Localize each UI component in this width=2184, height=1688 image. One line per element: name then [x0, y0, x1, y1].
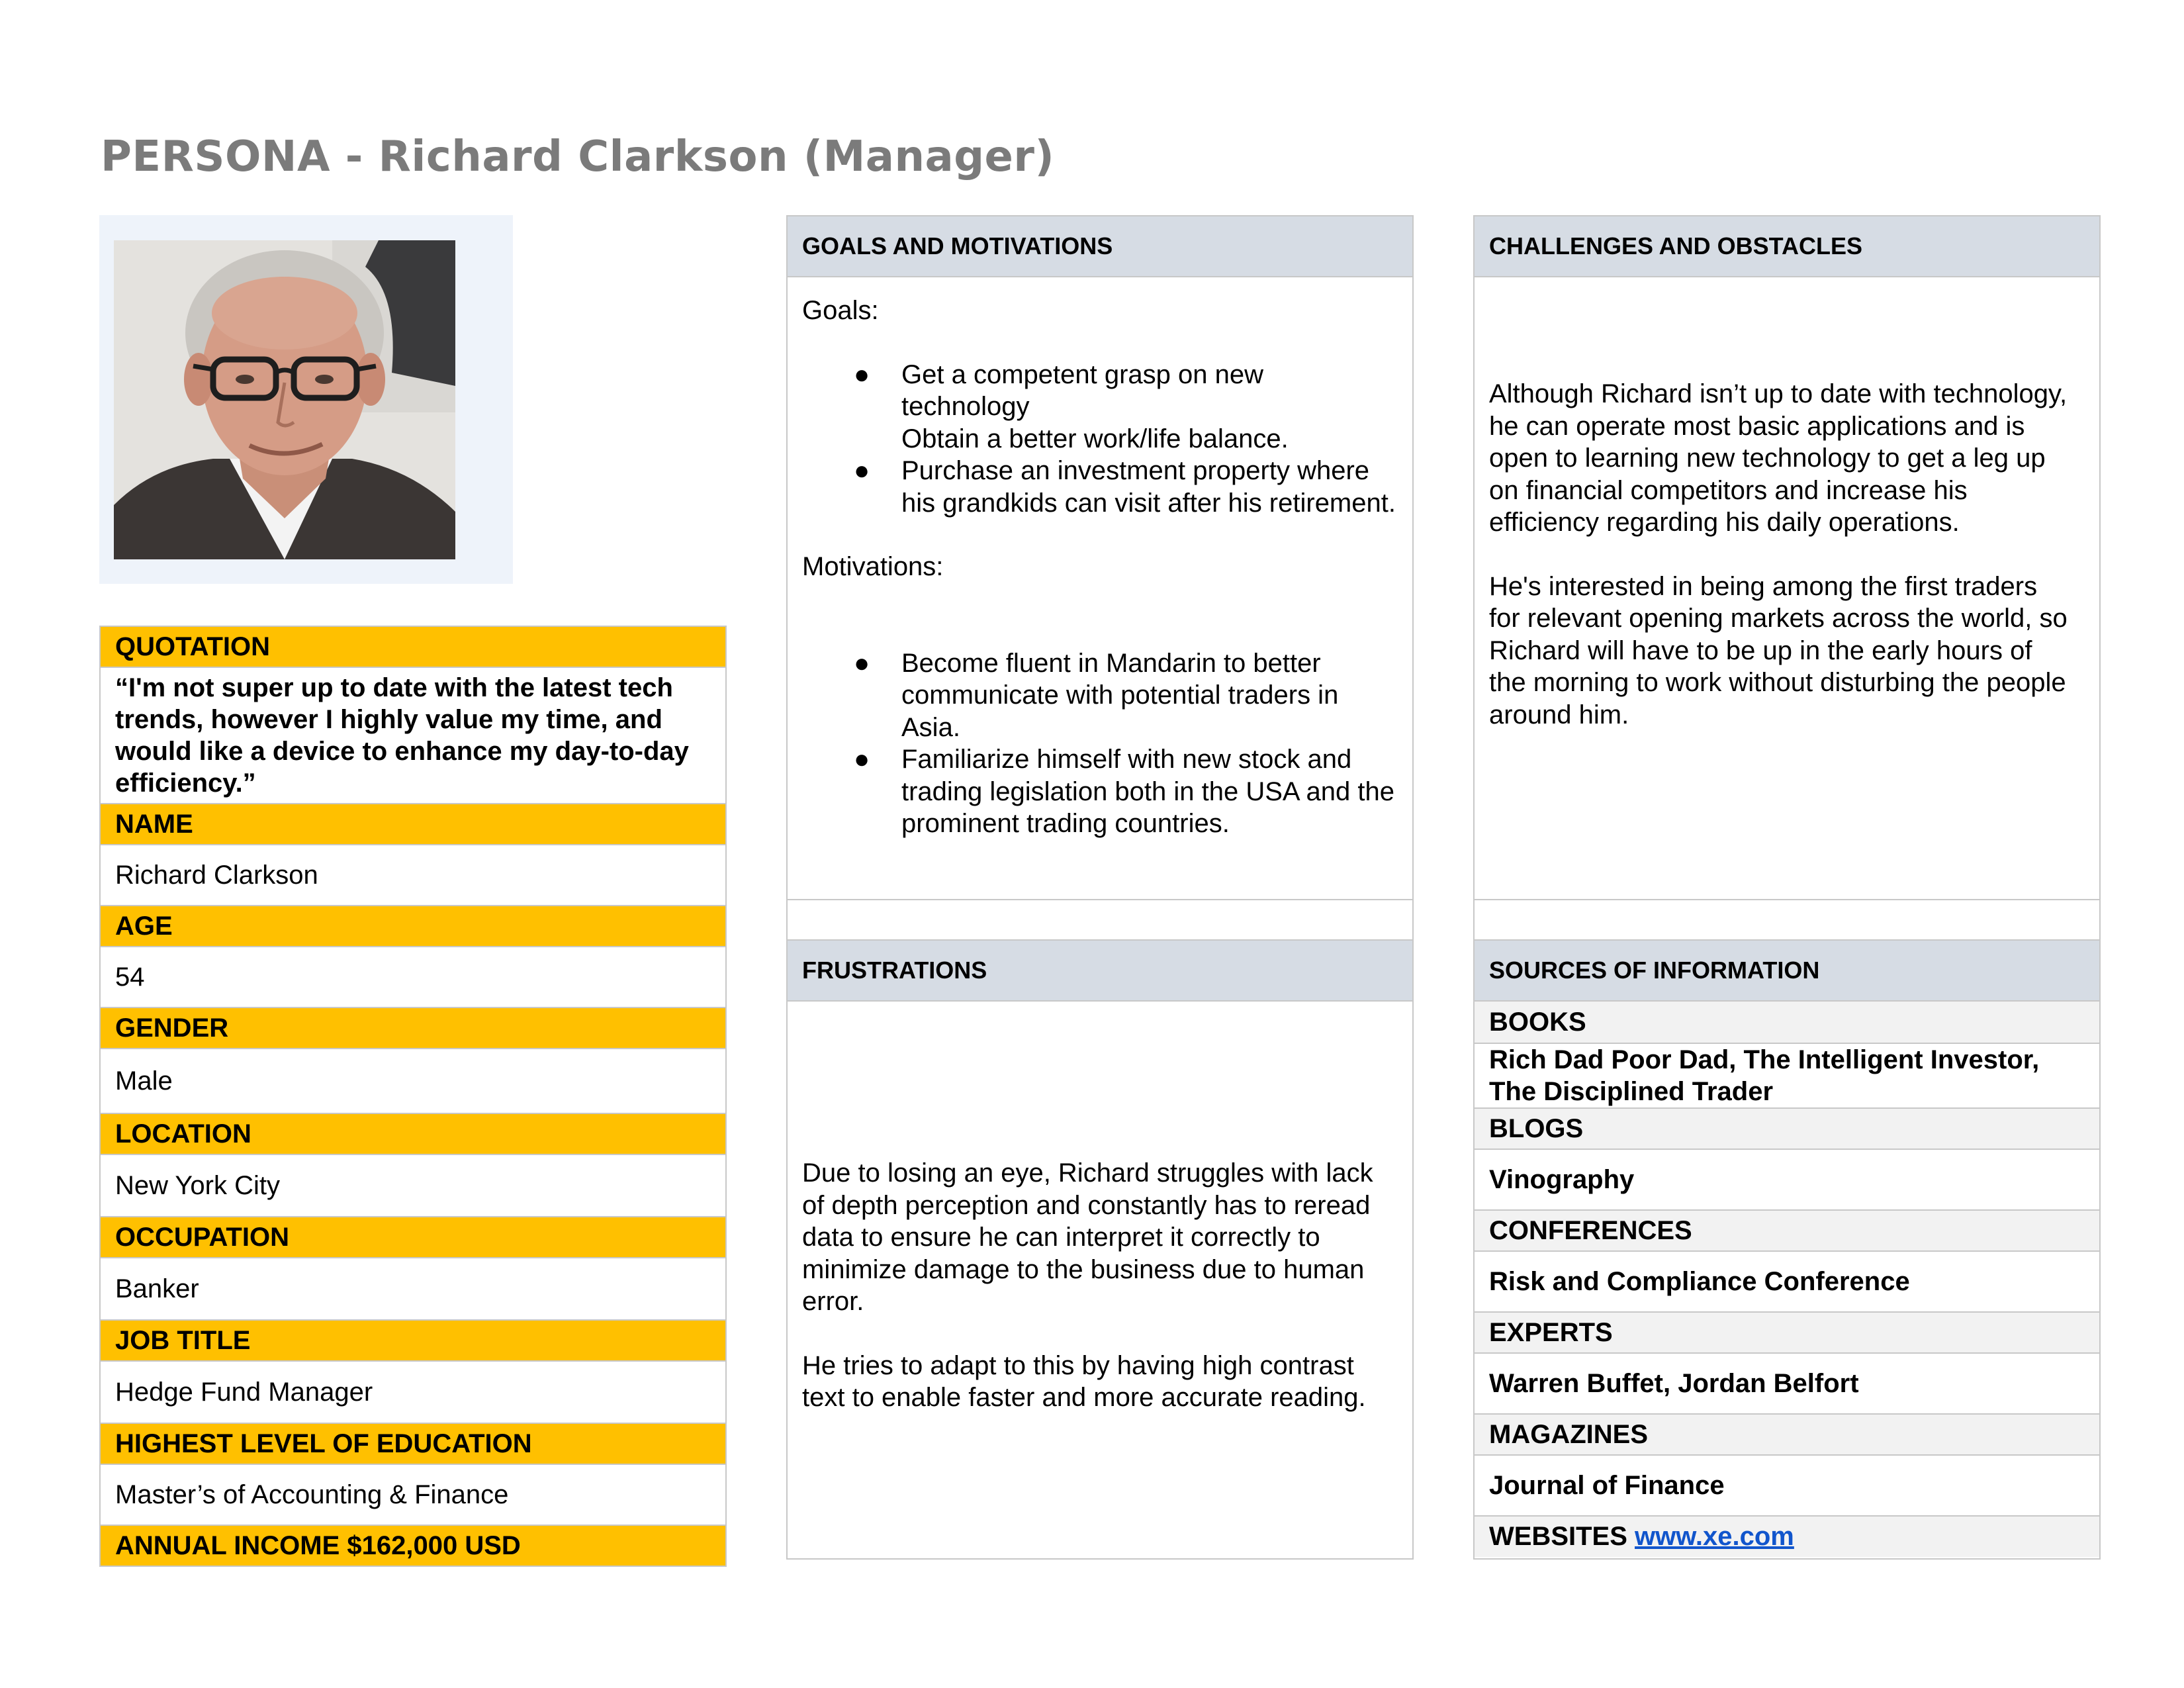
spacer-row: [1473, 899, 2101, 941]
goal-item: ● Get a competent grasp on new technolog…: [854, 359, 1289, 453]
goal-item: ● Purchase an investment property where …: [854, 456, 1396, 518]
frustrations-panel: FRUSTRATIONS Due to losing an eye, Richa…: [786, 939, 1414, 1560]
income-label: ANNUAL INCOME $162,000 USD: [101, 1526, 725, 1566]
gender-value: Male: [101, 1049, 725, 1114]
blogs-value: Vinography: [1475, 1150, 2099, 1211]
job-title-label: JOB TITLE: [101, 1321, 725, 1362]
goals-panel: GOALS AND MOTIVATIONS Goals: ● Get a com…: [786, 215, 1414, 900]
conferences-label: CONFERENCES: [1475, 1211, 2099, 1252]
motivations-label: Motivations:: [802, 552, 944, 581]
bullet-icon: ●: [854, 745, 870, 774]
books-label: BOOKS: [1475, 1002, 2099, 1044]
frustrations-text-2: He tries to adapt to this by having high…: [802, 1350, 1366, 1413]
job-title-value: Hedge Fund Manager: [101, 1362, 725, 1424]
gender-label: GENDER: [101, 1008, 725, 1049]
magazines-label: MAGAZINES: [1475, 1415, 2099, 1456]
frustrations-text-1: Due to losing an eye, Richard struggles …: [802, 1158, 1373, 1316]
sources-header: SOURCES OF INFORMATION: [1475, 941, 2099, 1002]
frustrations-header: FRUSTRATIONS: [788, 941, 1412, 1002]
goals-list: ● Get a competent grasp on new technolog…: [802, 359, 1398, 520]
bullet-icon: ●: [854, 648, 870, 678]
experts-label: EXPERTS: [1475, 1313, 2099, 1354]
websites-row: WEBSITES www.xe.com: [1475, 1517, 2099, 1557]
goals-label: Goals:: [802, 296, 879, 325]
books-value: Rich Dad Poor Dad, The Intelligent Inves…: [1475, 1044, 2099, 1109]
education-label: HIGHEST LEVEL OF EDUCATION: [101, 1424, 725, 1465]
goals-header: GOALS AND MOTIVATIONS: [788, 216, 1412, 277]
location-label: LOCATION: [101, 1114, 725, 1155]
magazines-value: Journal of Finance: [1475, 1456, 2099, 1517]
conferences-value: Risk and Compliance Conference: [1475, 1252, 2099, 1313]
persona-info-table: QUOTATION “I'm not super up to date with…: [99, 626, 727, 1567]
challenges-text-1: Although Richard isn’t up to date with t…: [1489, 379, 2068, 537]
occupation-value: Banker: [101, 1258, 725, 1321]
spacer-row: [786, 899, 1414, 941]
occupation-label: OCCUPATION: [101, 1217, 725, 1258]
page-title: PERSONA - Richard Clarkson (Manager): [101, 132, 1055, 181]
age-label: AGE: [101, 906, 725, 947]
education-value: Master’s of Accounting & Finance: [101, 1465, 725, 1526]
name-label: NAME: [101, 804, 725, 845]
websites-label: WEBSITES: [1489, 1522, 1627, 1551]
websites-link[interactable]: www.xe.com: [1635, 1522, 1794, 1552]
experts-value: Warren Buffet, Jordan Belfort: [1475, 1354, 2099, 1415]
age-value: 54: [101, 947, 725, 1008]
name-value: Richard Clarkson: [101, 845, 725, 906]
location-value: New York City: [101, 1155, 725, 1217]
sources-panel: SOURCES OF INFORMATION BOOKS Rich Dad Po…: [1473, 939, 2101, 1560]
challenges-panel: CHALLENGES AND OBSTACLES Although Richar…: [1473, 215, 2101, 900]
persona-photo: [114, 240, 455, 559]
quotation-label: QUOTATION: [101, 627, 725, 668]
bullet-icon: ●: [854, 456, 870, 485]
challenges-header: CHALLENGES AND OBSTACLES: [1475, 216, 2099, 277]
motivations-list: ● Become fluent in Mandarin to better co…: [802, 647, 1398, 840]
motivation-item: ● Become fluent in Mandarin to better co…: [854, 648, 1339, 742]
blogs-label: BLOGS: [1475, 1109, 2099, 1150]
quotation-text: “I'm not super up to date with the lates…: [101, 668, 725, 804]
challenges-text-2: He's interested in being among the first…: [1489, 571, 2068, 729]
bullet-icon: ●: [854, 359, 870, 389]
motivation-item: ● Familiarize himself with new stock and…: [854, 745, 1394, 838]
